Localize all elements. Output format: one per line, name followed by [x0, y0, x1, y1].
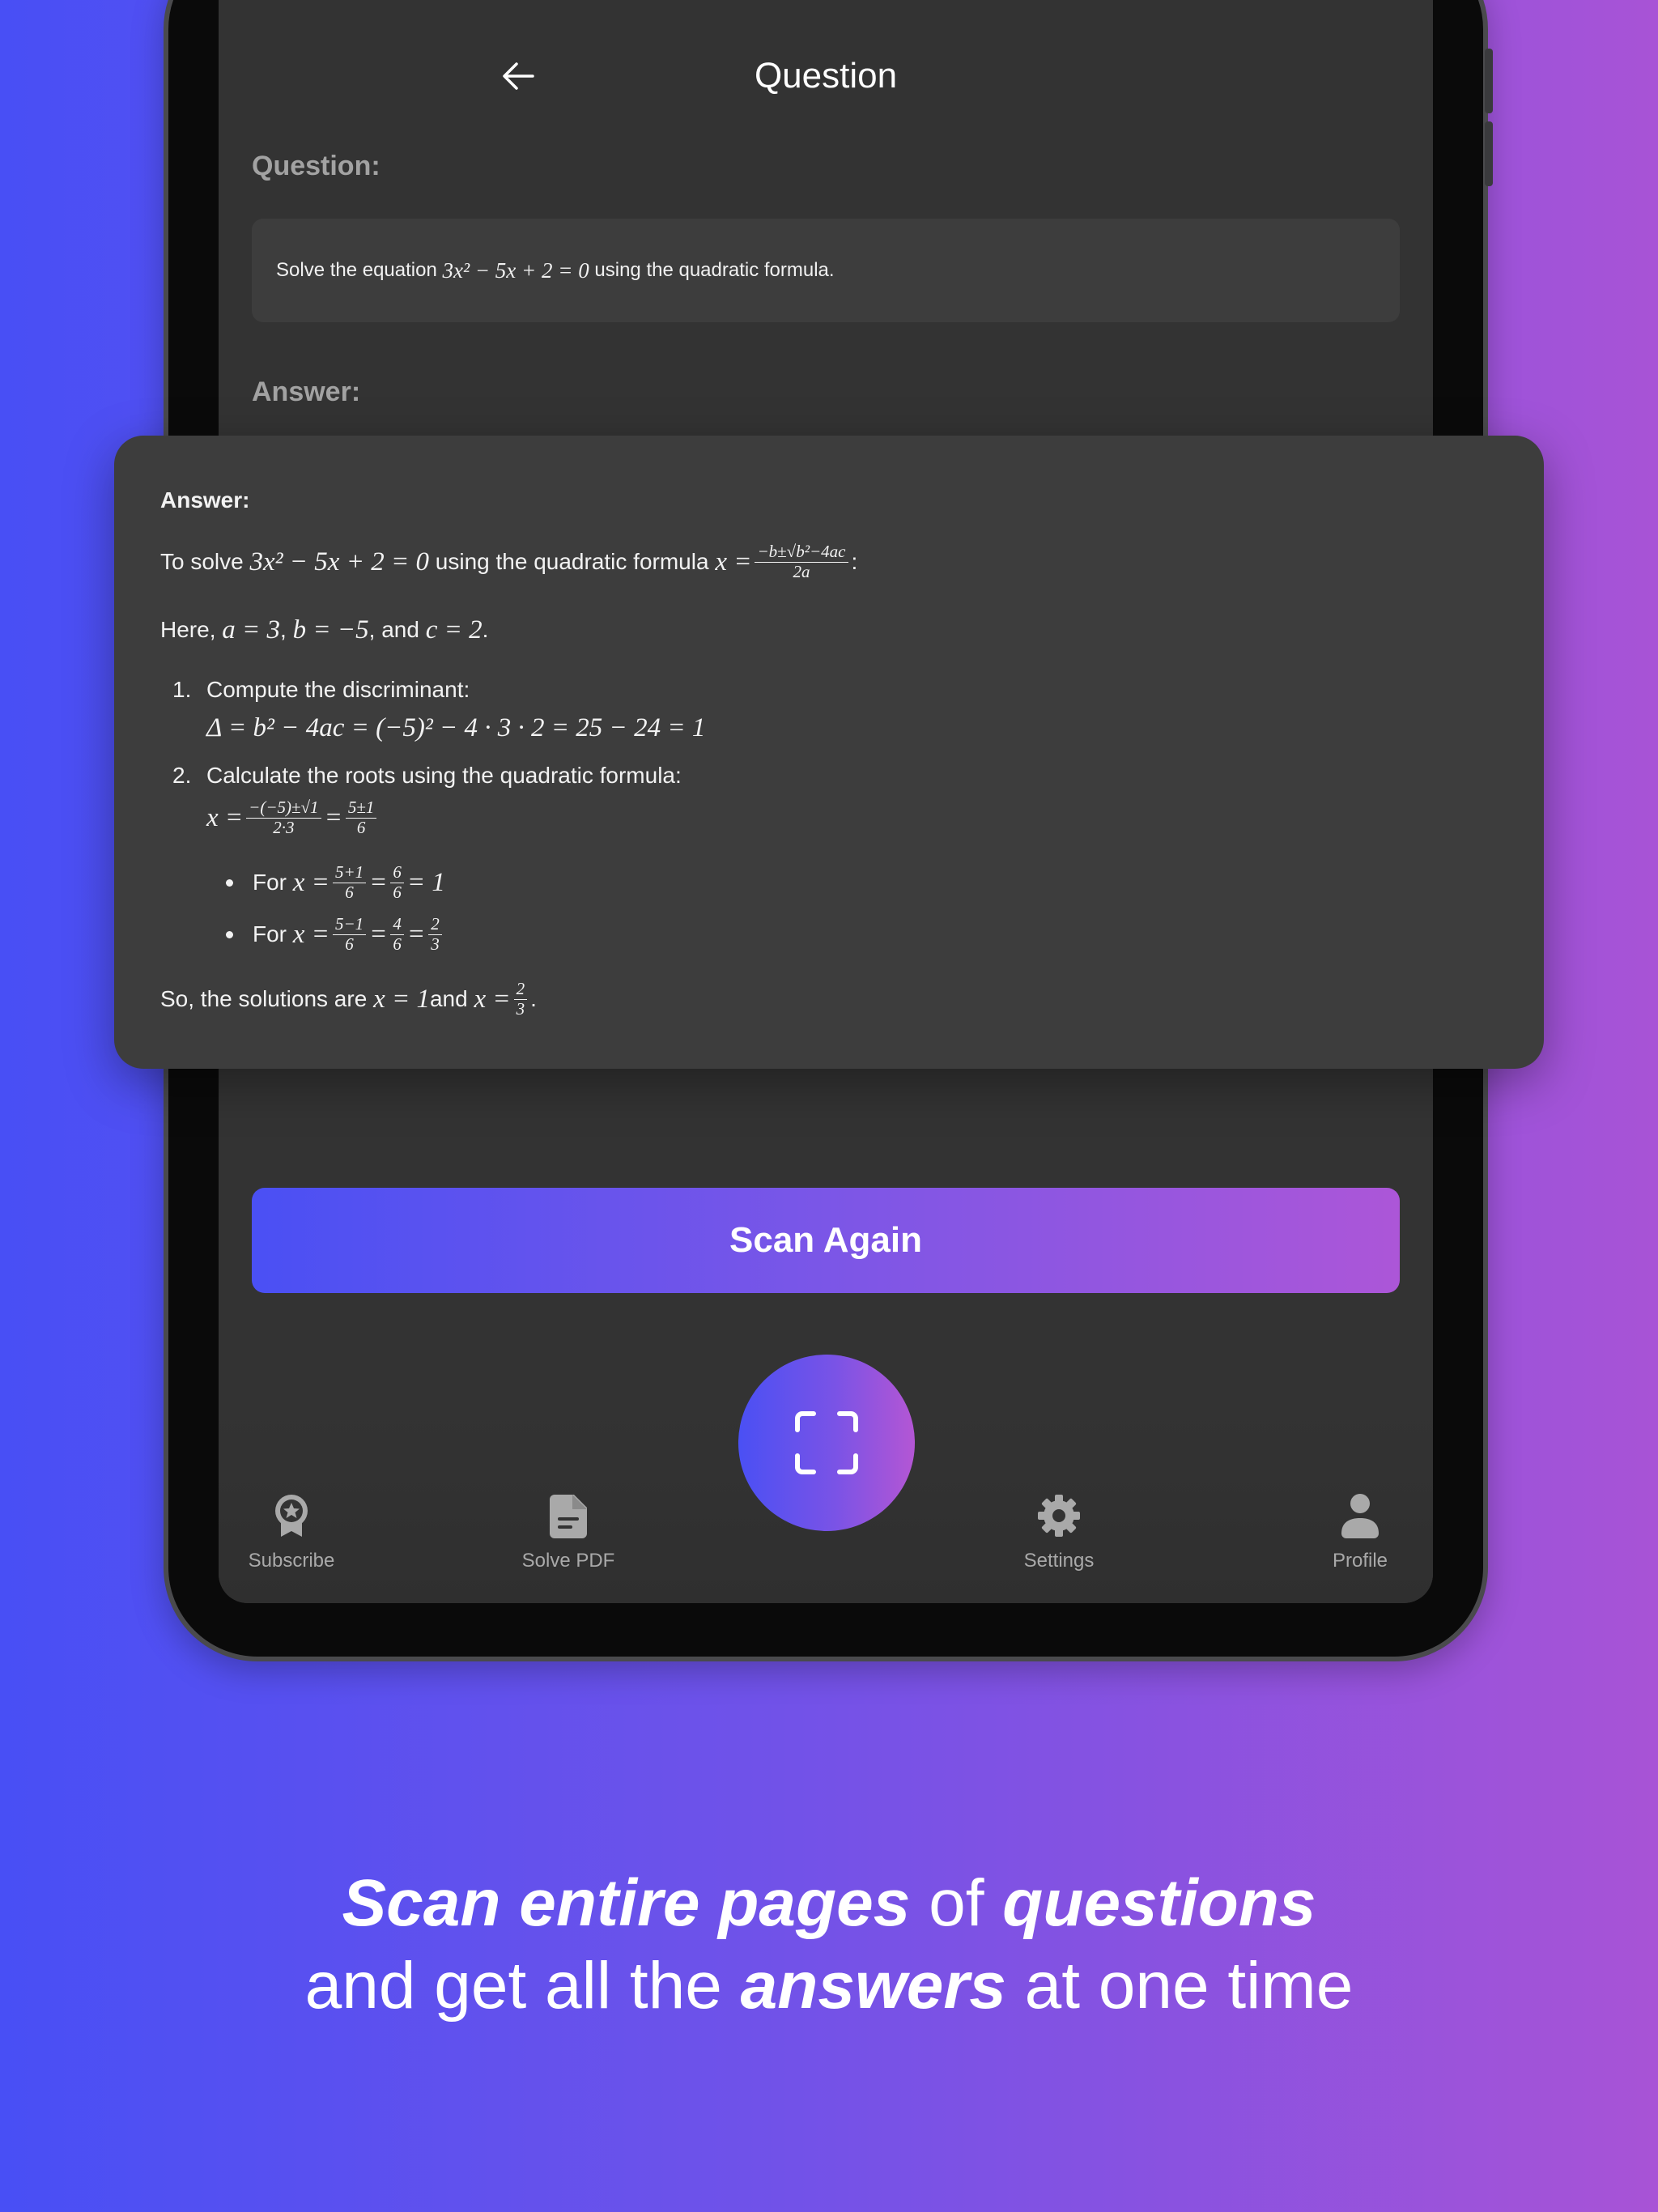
numerator: 5−1: [332, 915, 367, 935]
fraction: 46: [390, 915, 404, 953]
discriminant-equation: Δ = b² − 4ac = (−5)² − 4 · 3 · 2 = 25 − …: [206, 713, 706, 742]
step-text: Calculate the roots using the quadratic …: [206, 763, 682, 788]
denominator: 3: [516, 998, 525, 1019]
answer-card-title: Answer:: [160, 487, 250, 513]
equation: x =: [292, 867, 329, 897]
fraction: 23: [513, 980, 528, 1019]
badge-star-icon: [275, 1495, 308, 1537]
nav-item-profile[interactable]: Profile: [1287, 1482, 1433, 1572]
tagline-text: and get all the: [304, 1949, 741, 2023]
tagline-emphasis: questions: [1002, 1866, 1316, 1940]
volume-button: [1485, 49, 1493, 113]
step-number: 2.: [172, 763, 192, 788]
equals: =: [406, 919, 426, 949]
scan-frame-icon: [795, 1411, 858, 1474]
question-suffix: using the quadratic formula.: [594, 259, 835, 281]
nav-label: Subscribe: [248, 1550, 335, 1572]
step-text: Compute the discriminant:: [206, 677, 470, 702]
equals: =: [369, 919, 388, 949]
denominator: 2·3: [273, 817, 295, 837]
numerator: 5±1: [345, 798, 377, 819]
step-item: 1. Compute the discriminant: Δ = b² − 4a…: [160, 677, 1498, 748]
fraction: −(−5)±√1 2·3: [246, 798, 321, 836]
text: So, the solutions are: [160, 986, 368, 1011]
nav-label: Profile: [1332, 1550, 1388, 1572]
denominator: 6: [393, 934, 402, 954]
fraction: 5−1 6: [332, 915, 367, 954]
text: and: [429, 986, 468, 1011]
question-prefix: Solve the equation: [276, 259, 437, 281]
answer-coefficients: Here, a = 3, b = −5, and c = 2.: [160, 615, 489, 644]
equation: b = −5: [292, 615, 369, 644]
nav-item-solve-pdf[interactable]: Solve PDF: [495, 1482, 641, 1572]
text: For: [253, 870, 287, 895]
page-title: Question: [754, 56, 898, 96]
denominator: 3: [431, 934, 440, 954]
answer-card: Answer: To solve 3x² − 5x + 2 = 0 using …: [114, 436, 1544, 1069]
numerator: 5+1: [332, 863, 367, 883]
equation: x =: [474, 984, 511, 1014]
equation: c = 2: [425, 615, 483, 644]
nav-item-subscribe[interactable]: Subscribe: [219, 1482, 364, 1572]
text: .: [482, 617, 489, 642]
fraction: 66: [390, 863, 404, 901]
equation: a = 3: [222, 615, 281, 644]
text: .: [530, 986, 537, 1011]
tagline-emphasis: answers: [740, 1949, 1006, 2023]
scan-again-button[interactable]: Scan Again: [252, 1188, 1400, 1293]
fraction: 5±1 6: [345, 798, 377, 837]
question-text-box: Solve the equation 3x² − 5x + 2 = 0 usin…: [252, 219, 1400, 322]
equation: 3x² − 5x + 2 = 0: [249, 547, 430, 576]
numerator: 2: [513, 980, 528, 1000]
numerator: 4: [390, 915, 404, 935]
answer-conclusion: So, the solutions are x = 1 and x = 23.: [160, 978, 1498, 1020]
list-item: For x = 5+1 6 = 66 = 1: [206, 857, 1498, 908]
equation: x =: [206, 802, 244, 832]
answer-label: Answer:: [252, 376, 361, 407]
tagline-text: at one time: [1005, 1949, 1354, 2023]
equals: =: [324, 802, 342, 832]
text: For: [253, 921, 287, 946]
question-equation: 3x² − 5x + 2 = 0: [442, 257, 589, 283]
equation: x = 1: [373, 984, 430, 1014]
scan-fab-button[interactable]: [738, 1355, 915, 1531]
text: , and: [368, 617, 419, 642]
result: = 1: [406, 867, 445, 897]
denominator: 6: [345, 934, 354, 954]
numerator: 2: [428, 915, 442, 935]
step-number: 1.: [172, 677, 192, 702]
numerator: −(−5)±√1: [246, 798, 321, 819]
nav-label: Settings: [1023, 1550, 1095, 1572]
denominator: 6: [356, 817, 366, 837]
marketing-tagline: Scan entire pages of questions and get a…: [0, 1862, 1658, 2027]
numerator: −b±√b²−4ac: [755, 542, 848, 563]
gear-icon: [1038, 1495, 1080, 1537]
denominator: 2a: [793, 561, 810, 581]
numerator: 6: [390, 863, 404, 883]
question-label: Question:: [252, 151, 380, 181]
volume-button: [1485, 121, 1493, 186]
fraction: 5+1 6: [332, 863, 367, 902]
person-icon: [1341, 1494, 1379, 1538]
nav-item-settings[interactable]: Settings: [986, 1482, 1132, 1572]
answer-intro: To solve 3x² − 5x + 2 = 0 using the quad…: [160, 541, 1498, 583]
equals: =: [369, 867, 388, 897]
tagline-emphasis: Scan entire pages: [342, 1866, 911, 1940]
text: To solve: [160, 549, 244, 574]
fraction: 23: [428, 915, 442, 953]
document-icon: [550, 1495, 587, 1538]
list-item: For x = 5−1 6 = 46 = 23: [206, 908, 1498, 960]
tagline-text: of: [910, 1866, 1003, 1940]
quadratic-formula-fraction: −b±√b²−4ac 2a: [755, 542, 848, 581]
denominator: 6: [393, 882, 402, 902]
nav-label: Solve PDF: [521, 1550, 615, 1572]
text: :: [851, 549, 858, 574]
text: using the quadratic formula: [435, 549, 709, 574]
denominator: 6: [345, 882, 354, 902]
text: Here,: [160, 617, 216, 642]
equation: x =: [292, 919, 329, 949]
equation: x =: [715, 547, 752, 576]
step-item: 2. Calculate the roots using the quadrat…: [160, 763, 1498, 842]
